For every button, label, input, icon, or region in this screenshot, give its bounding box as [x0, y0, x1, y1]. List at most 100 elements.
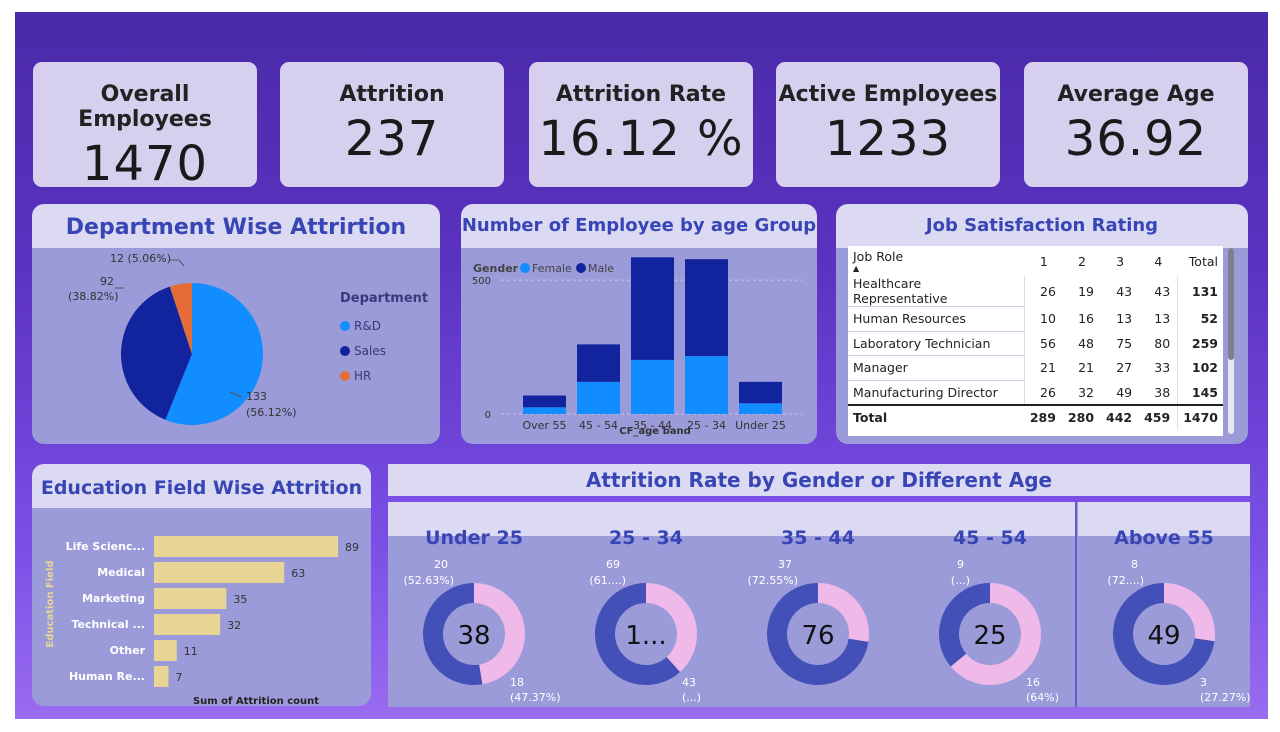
table-cell-label: Manager	[848, 355, 1026, 381]
y-axis-title: Education Field	[45, 560, 56, 647]
legend-item[interactable]: HR	[354, 369, 371, 383]
table-cell-label: Total	[848, 403, 1025, 429]
education-field-card[interactable]: Education Field Wise Attrition Education…	[32, 464, 371, 706]
table-cell: 48	[1078, 335, 1095, 351]
donut-label-count: 9	[957, 558, 964, 571]
kpi-attrition[interactable]: Attrition 237	[280, 62, 504, 187]
kpi-label: Average Age	[1057, 82, 1215, 107]
legend-item[interactable]: R&D	[354, 319, 381, 333]
table-cell: 10	[1040, 311, 1056, 327]
y-tick-label: Technical ...	[71, 618, 145, 631]
kpi-value: 16.12 %	[538, 111, 744, 167]
x-tick-label: 45 - 54	[579, 419, 618, 432]
table-cell: 56	[1040, 335, 1056, 351]
legend-marker	[340, 371, 350, 381]
table-cell: 131	[1177, 276, 1223, 307]
donut-center-value: 49	[1147, 621, 1180, 651]
donut-center-value: 76	[801, 621, 834, 651]
donut-label-pct: (61....)	[589, 574, 626, 587]
department-pie-chart[interactable]: 12 (5.06%) 92 (38.82%) 133 (56.12%) Depa…	[32, 204, 440, 444]
table-cell-label: Job Role ▲	[848, 246, 1025, 276]
table-cell: 145	[1177, 380, 1223, 405]
donut-label-pct: (...)	[951, 574, 970, 587]
job-satisfaction-table[interactable]: Job Role ▲ 1 2 3 4 Total Healthcare Representat…	[848, 246, 1223, 436]
table-row[interactable]: Manager 21 21 27 33 102	[848, 355, 1223, 381]
table-cell: 459	[1139, 403, 1178, 429]
donut-label-count: 18	[510, 676, 524, 689]
donut-label-count: 43	[682, 676, 696, 689]
table-cell: 21	[1040, 360, 1056, 376]
bar-male[interactable]	[685, 259, 728, 357]
pie-leader	[170, 259, 185, 267]
table-row[interactable]: Manufacturing Director 26 32 49 38 145	[848, 380, 1223, 406]
kpi-label: Attrition	[339, 82, 445, 107]
education-bar[interactable]	[154, 562, 285, 583]
kpi-value: 237	[344, 111, 440, 167]
legend-item[interactable]: Sales	[354, 344, 386, 358]
education-bar[interactable]	[154, 666, 169, 687]
bar-female[interactable]	[631, 359, 674, 414]
donut-center-value: 38	[457, 621, 490, 651]
legend-marker	[340, 346, 350, 356]
kpi-average-age[interactable]: Average Age 36.92	[1024, 62, 1248, 187]
table-cell: 16	[1078, 311, 1095, 327]
legend-marker	[340, 321, 350, 331]
table-cell: 43	[1154, 283, 1171, 299]
education-bar[interactable]	[154, 536, 338, 557]
y-tick-label: Human Re...	[69, 670, 145, 683]
x-tick-label: 25 - 34	[687, 419, 726, 432]
education-bar[interactable]	[154, 588, 227, 609]
donut-label-pct: (72.55%)	[747, 574, 798, 587]
table-row[interactable]: Human Resources 10 16 13 13 52	[848, 306, 1223, 332]
education-bar[interactable]	[154, 640, 177, 661]
pie-label-rd-pct: (56.12%)	[246, 406, 297, 419]
pie-label-sales-count: 92	[100, 275, 114, 288]
age-group-card[interactable]: Number of Employee by age Group Gender F…	[461, 204, 817, 444]
kpi-overall-employees[interactable]: Overall Employees 1470	[33, 62, 257, 192]
pie-label-sales-pct: (38.82%)	[68, 290, 119, 303]
table-cell: 27	[1116, 360, 1133, 376]
education-bar-chart[interactable]: Education Field Life Scienc... 89 Medical 6…	[32, 464, 371, 706]
bar-male[interactable]	[631, 257, 674, 360]
donut-label-count: 20	[434, 558, 448, 571]
scrollbar-thumb[interactable]	[1228, 248, 1234, 360]
table-cell: 289	[1024, 403, 1063, 429]
table-scrollbar[interactable]	[1228, 248, 1234, 434]
table-cell: 21	[1078, 360, 1095, 376]
education-bar[interactable]	[154, 614, 221, 635]
job-satisfaction-card[interactable]: Job Satisfaction Rating Job Role ▲ 1 2 3 4 Tot…	[836, 204, 1248, 444]
donut-label-count: 8	[1131, 558, 1138, 571]
bar-female[interactable]	[577, 381, 620, 414]
bar-male[interactable]	[577, 344, 620, 382]
gender-age-donuts[interactable]: Under 253820(52.63%)18(47.37%)25 - 341..…	[388, 464, 1250, 707]
gender-age-card[interactable]: Attrition Rate by Gender or Different Ag…	[388, 464, 1250, 707]
donut-label-pct: (52.63%)	[403, 574, 454, 587]
kpi-active-employees[interactable]: Active Employees 1233	[776, 62, 1000, 187]
sort-ascending-icon[interactable]: ▲	[853, 264, 1020, 273]
bar-female[interactable]	[739, 403, 782, 414]
table-cell: 102	[1177, 355, 1223, 381]
card-title: Job Satisfaction Rating	[836, 204, 1248, 248]
legend-item[interactable]: Male	[588, 262, 614, 275]
table-cell: 2	[1077, 253, 1086, 269]
data-label: 35	[233, 593, 247, 606]
table-cell: 33	[1154, 360, 1171, 376]
table-header-row[interactable]: Job Role ▲ 1 2 3 4 Total	[848, 246, 1223, 276]
table-row[interactable]: Healthcare Representative 26 19 43 43 131	[848, 276, 1223, 307]
bar-male[interactable]	[523, 395, 566, 408]
legend-title: Gender	[473, 262, 519, 275]
bar-female[interactable]	[685, 356, 728, 414]
department-attrition-card[interactable]: Department Wise Attrirtion 12 (5.06%) 92…	[32, 204, 440, 444]
table-row[interactable]: Laboratory Technician 56 48 75 80 259	[848, 331, 1223, 357]
bar-female[interactable]	[523, 407, 566, 414]
age-group-bar-chart[interactable]: Gender Female Male 0500 Over 55 45 - 54 35 …	[461, 204, 817, 444]
donut-label-count: 37	[778, 558, 792, 571]
age-band-label: 25 - 34	[609, 527, 683, 549]
table-cell: 259	[1177, 331, 1223, 356]
table-total-row[interactable]: Total 289 280 442 459 1470	[848, 403, 1223, 429]
kpi-value: 36.92	[1064, 111, 1208, 167]
legend-item[interactable]: Female	[532, 262, 572, 275]
kpi-label: Overall Employees	[78, 82, 212, 132]
bar-male[interactable]	[739, 381, 782, 404]
kpi-attrition-rate[interactable]: Attrition Rate 16.12 %	[529, 62, 753, 187]
